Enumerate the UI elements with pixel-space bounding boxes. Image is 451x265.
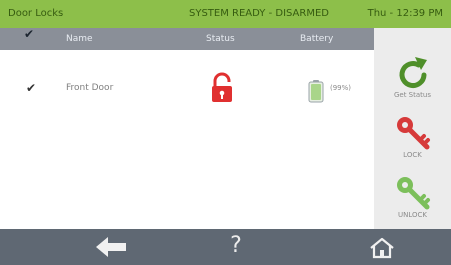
unlock-label: UNLOCK [398, 211, 427, 219]
column-name: Name [66, 34, 93, 44]
back-button[interactable] [74, 229, 154, 265]
system-status: SYSTEM READY - DISARMED [189, 8, 329, 19]
door-locks-screen: Door Locks SYSTEM READY - DISARMED Thu -… [0, 0, 451, 265]
help-icon: ? [230, 233, 242, 258]
table-row[interactable]: ✔ Front Door (99%) [0, 71, 374, 105]
column-battery: Battery [300, 34, 334, 44]
get-status-button[interactable]: Get Status [374, 48, 451, 108]
lock-name: Front Door [66, 83, 114, 93]
column-status: Status [206, 34, 235, 44]
key-icon [397, 177, 430, 210]
lock-label: LOCK [403, 151, 422, 159]
unlocked-padlock-icon [206, 72, 238, 104]
date-time: Thu - 12:39 PM [367, 8, 443, 19]
screen-title: Door Locks [8, 8, 64, 19]
lock-button[interactable]: LOCK [374, 108, 451, 168]
select-all-checkbox[interactable]: ✔ [24, 28, 34, 40]
unlock-button[interactable]: UNLOCK [374, 168, 451, 228]
table-header: ✔ Name Status Battery [0, 28, 374, 50]
battery-icon [307, 79, 325, 103]
back-arrow-icon [96, 237, 126, 257]
get-status-label: Get Status [393, 91, 431, 99]
home-button[interactable] [342, 229, 422, 265]
home-icon [370, 237, 394, 259]
key-icon [397, 117, 430, 150]
top-status-bar: Door Locks SYSTEM READY - DISARMED Thu -… [0, 0, 451, 28]
battery-level: (99%) [330, 84, 352, 92]
action-panel: Get Status LOCK UNLOCK [374, 28, 451, 229]
locks-table: ✔ Name Status Battery ✔ Front Door (99%) [0, 28, 374, 229]
bottom-nav-bar: ? [0, 229, 451, 265]
row-checkbox[interactable]: ✔ [26, 82, 36, 94]
refresh-icon [399, 57, 427, 89]
help-button[interactable]: ? [196, 229, 276, 265]
